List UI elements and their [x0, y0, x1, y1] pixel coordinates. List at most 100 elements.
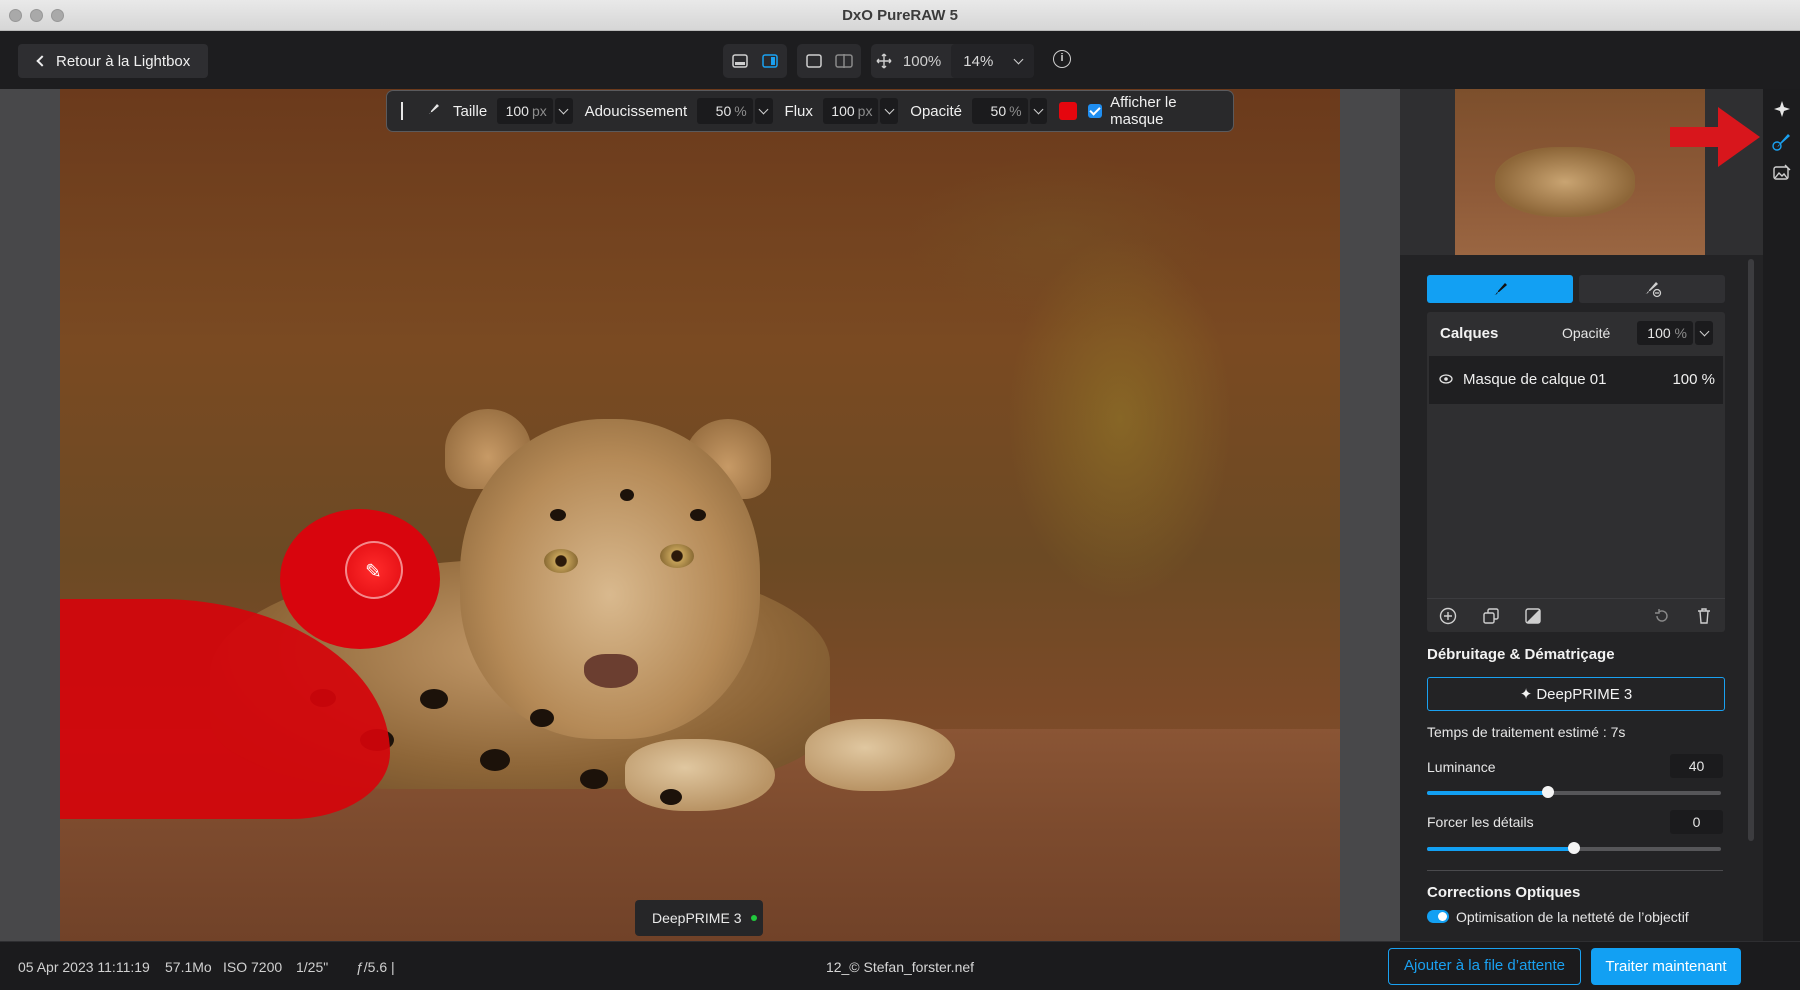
compare-view-icon[interactable] [829, 44, 859, 78]
tab-erase-brush[interactable] [1579, 275, 1725, 303]
leopard-spot [480, 749, 510, 771]
tool-rail [1763, 89, 1800, 941]
single-view-icon[interactable] [799, 44, 829, 78]
eye-icon[interactable] [1439, 372, 1453, 391]
brush-toolbar: Taille 100 px Adoucissement 50% Flux 100 p… [386, 90, 1234, 132]
move-icon[interactable] [871, 44, 897, 78]
softness-label: Adoucissement [584, 102, 688, 120]
softness-dropdown[interactable] [754, 98, 773, 124]
mask-color-swatch[interactable] [1059, 102, 1078, 120]
duplicate-layer-icon[interactable] [1481, 606, 1501, 626]
leopard-spot [580, 769, 608, 789]
add-layer-icon[interactable] [1438, 606, 1458, 626]
thumbnail-leopard [1495, 147, 1635, 217]
luminance-slider-knob[interactable] [1541, 786, 1554, 798]
opacity-dropdown[interactable] [1029, 98, 1048, 124]
size-label: Taille [452, 102, 488, 120]
layer-name: Masque de calque 01 [1463, 371, 1607, 388]
title-bar: DxO PureRAW 5 [0, 0, 1800, 31]
details-label: Forcer les détails [1427, 814, 1534, 830]
softness-field[interactable]: 50% [697, 98, 753, 124]
leopard-paw-left [625, 739, 775, 811]
chevron-down-icon [558, 104, 569, 114]
layer-row[interactable]: Masque de calque 01 100 % [1429, 356, 1723, 404]
filmstrip-bottom-icon[interactable] [725, 44, 755, 78]
show-mask-label[interactable]: Afficher le masque [1110, 94, 1233, 128]
info-icon[interactable]: i [1053, 50, 1071, 68]
size-dropdown[interactable] [554, 98, 573, 124]
layout-toggle-group [723, 44, 787, 78]
image-edit-icon[interactable] [1770, 161, 1794, 185]
layer-opacity: 100 % [1672, 371, 1715, 388]
layers-title: Calques [1440, 324, 1499, 342]
zoom-group: 100% 14% [871, 44, 1034, 78]
show-mask-checkbox[interactable] [1088, 104, 1103, 118]
opacity-unit: % [1009, 103, 1022, 119]
flow-label: Flux [784, 102, 813, 120]
brush-icon: ✎ [365, 561, 382, 583]
softness-value: 50 [715, 103, 732, 119]
chevron-down-icon [1013, 54, 1024, 64]
leopard-eye-left [544, 549, 578, 573]
layers-opacity-dropdown[interactable] [1695, 321, 1713, 345]
luminance-label: Luminance [1427, 759, 1496, 775]
chevron-down-icon [758, 104, 769, 114]
lens-sharpness-toggle[interactable] [1427, 910, 1449, 923]
leopard-photo[interactable]: ✎ [60, 89, 1340, 941]
navigator-thumbnail[interactable] [1455, 89, 1705, 255]
size-unit: px [531, 103, 547, 119]
brush-icon[interactable] [425, 101, 441, 121]
flow-dropdown[interactable] [880, 98, 899, 124]
flow-unit: px [857, 103, 873, 119]
deepprime-button[interactable]: ✦ DeepPRIME 3 [1427, 677, 1725, 711]
drag-handle[interactable] [401, 102, 403, 120]
red-arrow-annotation [1670, 107, 1760, 167]
tab-paint-brush[interactable] [1427, 275, 1573, 303]
divider [1427, 870, 1723, 871]
add-to-queue-button[interactable]: Ajouter à la file d’attente [1388, 948, 1581, 985]
chevron-down-icon [884, 104, 895, 114]
process-now-button[interactable]: Traiter maintenant [1591, 948, 1741, 985]
chevron-down-icon [1033, 104, 1044, 114]
size-value: 100 [505, 103, 529, 119]
optics-section-title: Corrections Optiques [1427, 884, 1581, 901]
zoom-100-button[interactable]: 100% [897, 53, 947, 70]
opacity-value: 50 [990, 103, 1007, 119]
luminance-slider[interactable] [1427, 786, 1721, 798]
details-slider-knob[interactable] [1568, 842, 1580, 854]
layers-opacity-field[interactable]: 100 % [1637, 321, 1693, 345]
flow-field[interactable]: 100 px [822, 98, 879, 124]
flow-value: 100 [831, 103, 855, 119]
details-slider[interactable] [1427, 842, 1721, 854]
panel-scrollbar[interactable] [1748, 259, 1754, 841]
window-title: DxO PureRAW 5 [842, 7, 958, 24]
leopard-nose [584, 654, 638, 688]
size-field[interactable]: 100 px [497, 98, 553, 124]
zoom-select-value: 14% [963, 52, 994, 70]
details-value[interactable]: 0 [1670, 810, 1723, 834]
back-to-lightbox-button[interactable]: Retour à la Lightbox [18, 44, 208, 78]
invert-mask-icon[interactable] [1523, 606, 1543, 626]
leopard-spot [420, 689, 448, 709]
opacity-field[interactable]: 50% [972, 98, 1028, 124]
lens-sharpness-label: Optimisation de la netteté de l’objectif [1456, 909, 1689, 925]
trash-icon[interactable] [1694, 606, 1714, 626]
sparkle-icon: ✦ [1519, 686, 1533, 703]
deepprime-button-label: DeepPRIME 3 [1536, 685, 1633, 703]
reset-icon[interactable] [1652, 606, 1672, 626]
leopard-spot [530, 709, 554, 727]
leopard-head [460, 419, 760, 739]
layers-toolbar [1427, 598, 1725, 632]
denoise-section-title: Débruitage & Dématriçage [1427, 646, 1615, 663]
panel-right-icon[interactable] [755, 44, 785, 78]
brush-mask-icon[interactable] [1770, 129, 1794, 153]
status-dot [751, 915, 758, 921]
leopard-paw-right [805, 719, 955, 791]
sparkle-icon[interactable] [1770, 97, 1794, 121]
luminance-value[interactable]: 40 [1670, 754, 1723, 778]
status-bar: 05 Apr 2023 11:11:19 57.1Mo ISO 7200 1/2… [0, 941, 1800, 990]
layers-opacity-value: 100 [1647, 325, 1671, 341]
leopard-spot [620, 489, 634, 501]
zoom-select[interactable]: 14% [951, 44, 1034, 78]
chevron-down-icon [1699, 326, 1709, 336]
